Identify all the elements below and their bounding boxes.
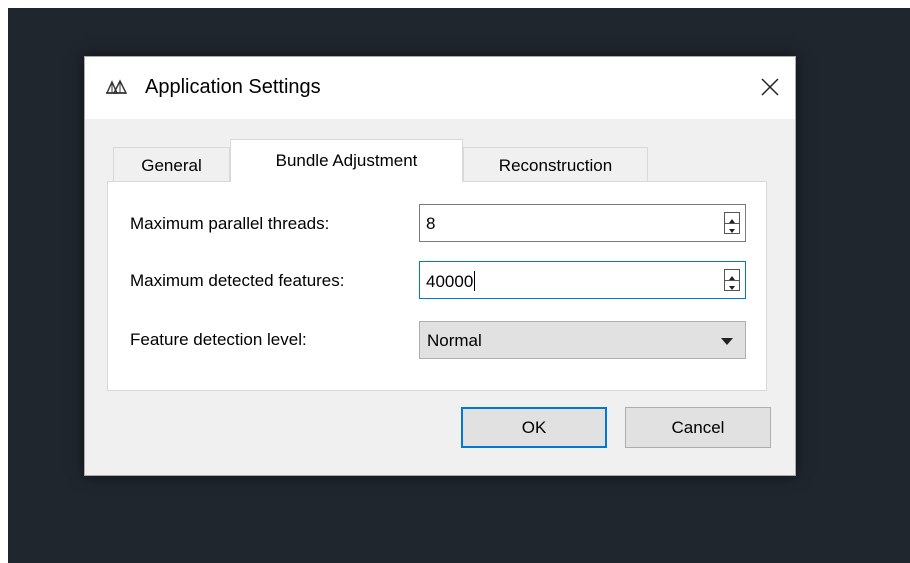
- arrow-down-icon: [729, 229, 735, 233]
- title-bar: Application Settings: [85, 57, 795, 119]
- tab-bundle-adjustment[interactable]: Bundle Adjustment: [230, 139, 463, 182]
- cancel-button[interactable]: Cancel: [625, 407, 771, 448]
- app-logo-icon: [105, 79, 128, 95]
- threads-spin-buttons: [724, 212, 740, 234]
- features-spin-buttons: [724, 269, 740, 291]
- bundle-adjustment-panel: Maximum parallel threads: 8 Maximum dete…: [107, 181, 767, 391]
- detection-level-value: Normal: [427, 331, 482, 350]
- chevron-down-icon: [721, 338, 733, 345]
- features-label: Maximum detected features:: [130, 271, 345, 290]
- tab-general[interactable]: General: [113, 147, 230, 181]
- features-value: 40000: [426, 271, 476, 291]
- text-caret: [474, 271, 476, 291]
- application-settings-dialog: Application Settings General Bundle Adju…: [84, 56, 796, 476]
- ok-button[interactable]: OK: [461, 407, 607, 448]
- threads-spinbox[interactable]: 8: [419, 204, 746, 242]
- detection-level-dropdown[interactable]: Normal: [419, 321, 746, 359]
- threads-label: Maximum parallel threads:: [130, 214, 330, 233]
- close-icon: [761, 78, 779, 96]
- arrow-down-icon: [729, 286, 735, 290]
- threads-value: 8: [426, 214, 436, 233]
- tab-reconstruction[interactable]: Reconstruction: [463, 147, 648, 181]
- detection-level-label: Feature detection level:: [130, 330, 307, 349]
- dialog-title: Application Settings: [145, 76, 321, 98]
- threads-decrement-button[interactable]: [725, 223, 739, 233]
- close-button[interactable]: [745, 57, 795, 119]
- features-spinbox[interactable]: 40000: [419, 261, 746, 299]
- features-decrement-button[interactable]: [725, 280, 739, 290]
